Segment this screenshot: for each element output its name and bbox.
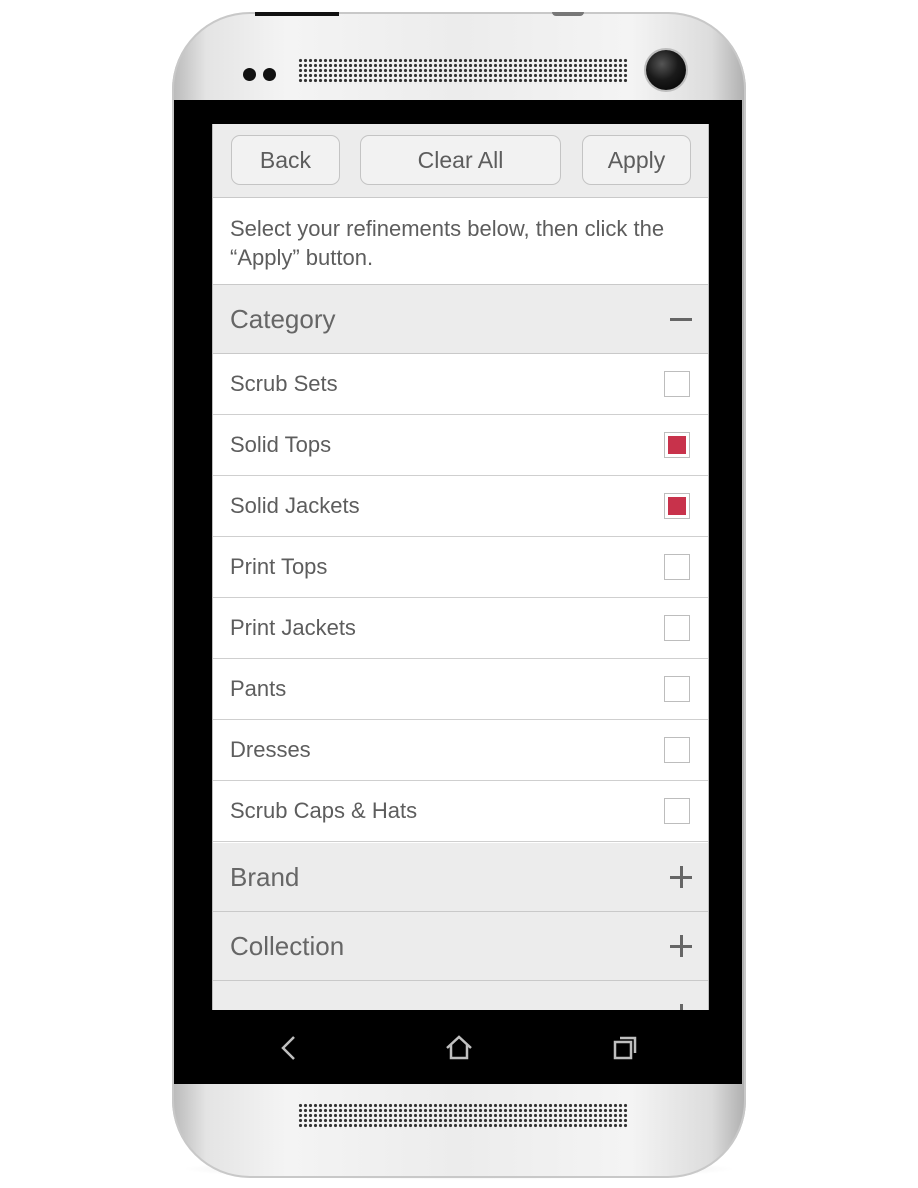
category-item-solid-tops[interactable]: Solid Tops (213, 415, 708, 476)
checkbox[interactable] (664, 737, 690, 763)
section-header-category[interactable]: Category (213, 285, 708, 354)
item-label: Print Tops (230, 554, 328, 579)
category-item-solid-jackets[interactable]: Solid Jackets (213, 476, 708, 537)
category-item-pants[interactable]: Pants (213, 659, 708, 720)
back-arrow-icon[interactable] (268, 1032, 308, 1064)
checkbox[interactable] (664, 676, 690, 702)
item-label: Scrub Caps & Hats (230, 798, 418, 823)
category-item-scrub-sets[interactable]: Scrub Sets (213, 354, 708, 415)
item-label: Dresses (230, 737, 311, 762)
checkbox[interactable] (664, 493, 690, 519)
item-label: Pants (230, 676, 287, 701)
apply-button[interactable]: Apply (582, 135, 691, 185)
category-item-print-jackets[interactable]: Print Jackets (213, 598, 708, 659)
category-item-scrub-caps-hats[interactable]: Scrub Caps & Hats (213, 781, 708, 842)
checkbox[interactable] (664, 371, 690, 397)
section-title: Category (230, 303, 336, 334)
item-label: Print Jackets (230, 615, 356, 640)
plus-icon[interactable] (670, 866, 692, 888)
checkbox[interactable] (664, 554, 690, 580)
item-label: Solid Jackets (230, 493, 360, 518)
instructions-text: Select your refinements below, then clic… (213, 198, 708, 285)
power-button (552, 12, 584, 16)
checkbox[interactable] (664, 432, 690, 458)
item-label: Scrub Sets (230, 371, 338, 396)
plus-icon[interactable] (670, 935, 692, 957)
checkbox[interactable] (664, 798, 690, 824)
section-title: Collection (230, 930, 345, 961)
category-item-print-tops[interactable]: Print Tops (213, 537, 708, 598)
front-camera (646, 50, 686, 90)
item-label: Solid Tops (230, 432, 332, 457)
bottom-speaker-grille (298, 1103, 628, 1129)
section-title: Brand (230, 861, 300, 892)
phone-top-edge (255, 12, 339, 16)
back-button[interactable]: Back (231, 135, 340, 185)
section-header-collection[interactable]: Collection (213, 912, 708, 981)
top-speaker-grille (298, 58, 628, 84)
section-header-partial[interactable] (213, 981, 708, 1010)
category-item-dresses[interactable]: Dresses (213, 720, 708, 781)
minus-icon[interactable] (670, 308, 692, 330)
recent-apps-icon[interactable] (606, 1032, 646, 1064)
checkbox[interactable] (664, 615, 690, 641)
android-nav-bar (212, 1010, 709, 1084)
home-icon[interactable] (439, 1032, 479, 1064)
refine-toolbar: Back Clear All Apply (213, 124, 708, 198)
clear-all-button[interactable]: Clear All (360, 135, 561, 185)
section-header-brand[interactable]: Brand (213, 843, 708, 912)
sensor-dots (243, 68, 283, 82)
app-screen: Back Clear All Apply Select your refinem… (212, 124, 709, 1010)
